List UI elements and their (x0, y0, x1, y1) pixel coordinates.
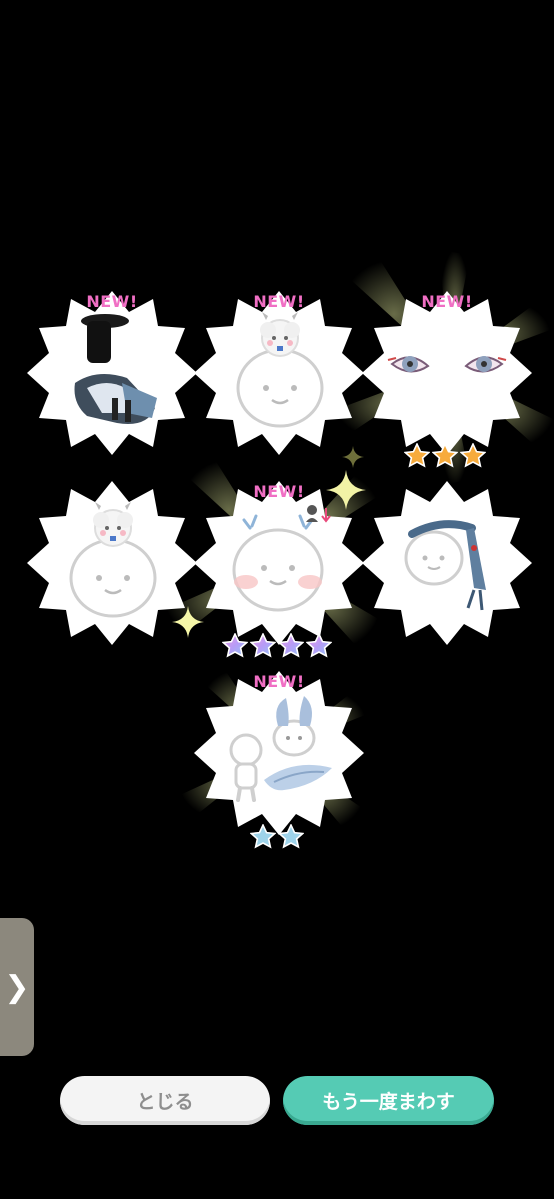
badge-burst (27, 291, 197, 455)
spin-again-button[interactable]: もう一度まわす (283, 1076, 494, 1125)
badge-burst (362, 481, 532, 645)
result-item-1[interactable]: NEW! (27, 288, 197, 458)
sparkle-icon (326, 470, 366, 510)
new-label: NEW! (86, 292, 138, 311)
star-icon (432, 443, 458, 468)
badge-burst (194, 291, 364, 455)
side-panel-toggle[interactable]: ❯ (0, 918, 34, 1056)
badge-burst (362, 291, 532, 455)
close-button[interactable]: とじる (60, 1076, 270, 1125)
new-label: NEW! (253, 672, 305, 691)
star-icon (250, 824, 276, 849)
gacha-result-screen: NEW! NEW! NEW! NEW! NEW! ❯ とじる もう一度まわす (0, 0, 554, 1199)
star-icon (278, 824, 304, 849)
sparkle-icon (342, 446, 364, 468)
result-item-6[interactable] (362, 478, 532, 648)
new-label: NEW! (421, 292, 473, 311)
avatar-head-icon (69, 538, 157, 618)
result-item-3[interactable]: NEW! (362, 288, 532, 458)
star-icon (460, 443, 486, 468)
badge-burst (194, 671, 364, 835)
rarity-stars (250, 824, 304, 850)
star-icon (278, 633, 304, 658)
result-item-2[interactable]: NEW! (194, 288, 364, 458)
new-label: NEW! (253, 292, 305, 311)
rarity-stars (404, 443, 486, 469)
result-item-7[interactable]: NEW! (194, 668, 364, 838)
sparkle-icon (172, 606, 204, 638)
avatar-head-icon (236, 348, 324, 428)
avatar-head-icon (404, 530, 464, 586)
star-icon (222, 633, 248, 658)
star-icon (404, 443, 430, 468)
rarity-stars (222, 633, 332, 659)
star-icon (306, 633, 332, 658)
chevron-right-icon: ❯ (4, 969, 30, 1005)
star-icon (250, 633, 276, 658)
